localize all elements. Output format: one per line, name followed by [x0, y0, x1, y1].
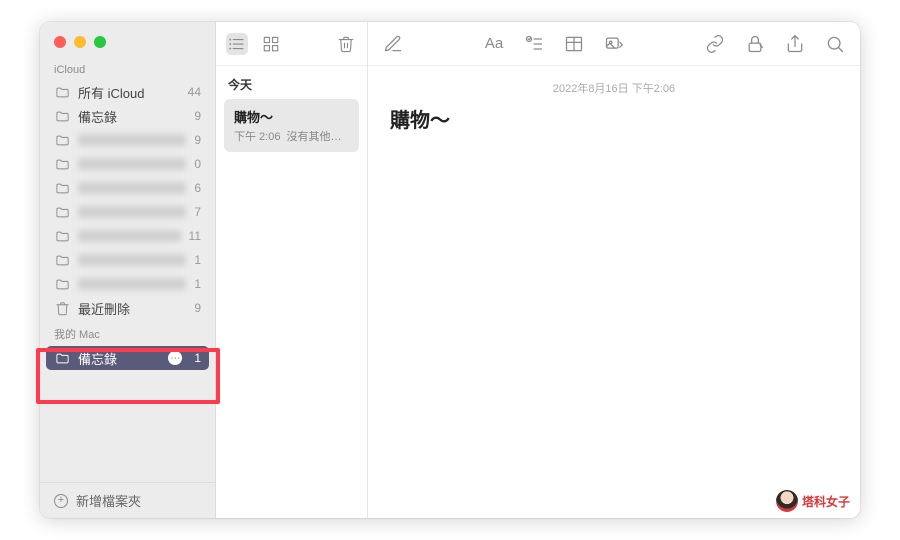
grid-view-icon[interactable]	[260, 33, 282, 55]
minimize-window-button[interactable]	[74, 36, 86, 48]
sidebar-item-folder[interactable]: 1	[40, 248, 215, 272]
folder-icon	[54, 276, 70, 292]
sidebar-item-folder[interactable]: 11	[40, 224, 215, 248]
list-view-icon[interactable]	[226, 33, 248, 55]
folder-count: 9	[194, 109, 201, 123]
folder-icon	[54, 84, 70, 100]
trash-icon	[54, 300, 70, 316]
link-icon[interactable]	[704, 33, 726, 55]
window-controls	[40, 22, 215, 58]
note-item-preview: 沒有其他…	[286, 128, 341, 144]
note-timestamp: 2022年8月16日 下午2:06	[390, 80, 838, 96]
sidebar-item-folder[interactable]: 6	[40, 176, 215, 200]
table-icon[interactable]	[563, 33, 585, 55]
sidebar-section-label: iCloud	[40, 58, 215, 80]
folder-count: 9	[194, 301, 201, 315]
sidebar: iCloud 所有 iCloud 44 備忘錄 9 9 0 6	[40, 22, 216, 518]
folder-icon	[54, 180, 70, 196]
note-item-time: 下午 2:06	[234, 128, 280, 144]
lock-icon[interactable]	[744, 33, 766, 55]
folder-icon	[54, 350, 70, 366]
sidebar-item-trash[interactable]: 最近刪除 9	[40, 296, 215, 320]
folder-count: 6	[194, 181, 201, 195]
sidebar-item-folder[interactable]: 所有 iCloud 44	[40, 80, 215, 104]
editor-body[interactable]: 2022年8月16日 下午2:06 購物～ 塔科女子	[368, 66, 860, 518]
folder-count: 44	[188, 85, 201, 99]
folder-label: 備忘錄	[78, 107, 186, 126]
folder-label	[78, 206, 186, 218]
app-window: iCloud 所有 iCloud 44 備忘錄 9 9 0 6	[40, 22, 860, 518]
watermark-avatar-icon	[776, 490, 798, 512]
new-folder-button[interactable]: + 新增檔案夾	[40, 482, 215, 518]
note-list-item[interactable]: 購物～ 下午 2:06 沒有其他…	[224, 99, 359, 152]
folder-count: 0	[194, 157, 201, 171]
list-toolbar	[216, 22, 367, 66]
sidebar-item-folder[interactable]: 0	[40, 152, 215, 176]
editor-toolbar: Aa	[368, 22, 860, 66]
checklist-icon[interactable]	[523, 33, 545, 55]
search-icon[interactable]	[824, 33, 846, 55]
new-folder-label: 新增檔案夾	[76, 491, 141, 510]
folder-label	[78, 254, 186, 266]
trash-icon[interactable]	[335, 33, 357, 55]
close-window-button[interactable]	[54, 36, 66, 48]
editor-column: Aa	[368, 22, 860, 518]
folder-label	[78, 134, 186, 146]
folder-label: 備忘錄	[78, 349, 160, 368]
compose-icon[interactable]	[382, 33, 404, 55]
folder-label	[78, 230, 181, 242]
share-icon[interactable]	[784, 33, 806, 55]
format-text-icon[interactable]: Aa	[483, 33, 505, 55]
note-title: 購物～	[390, 104, 838, 133]
folder-count: 7	[194, 205, 201, 219]
media-icon[interactable]	[603, 33, 625, 55]
plus-circle-icon: +	[54, 494, 68, 508]
folder-icon	[54, 132, 70, 148]
sidebar-section-label: 我的 Mac	[40, 320, 215, 346]
maximize-window-button[interactable]	[94, 36, 106, 48]
folder-label: 最近刪除	[78, 299, 186, 318]
folder-label	[78, 158, 186, 170]
folder-icon	[54, 252, 70, 268]
note-item-title: 購物～	[234, 107, 349, 126]
sidebar-item-folder[interactable]: 備忘錄 9	[40, 104, 215, 128]
sidebar-item-folder[interactable]: 備忘錄 ⋯ 1	[46, 346, 209, 370]
notes-list-column: 今天 購物～ 下午 2:06 沒有其他…	[216, 22, 368, 518]
folder-icon	[54, 156, 70, 172]
folder-count: 1	[194, 351, 201, 365]
folder-count: 11	[189, 229, 201, 243]
more-icon[interactable]: ⋯	[168, 351, 182, 365]
folder-count: 1	[194, 253, 201, 267]
sidebar-item-folder[interactable]: 7	[40, 200, 215, 224]
folder-icon	[54, 228, 70, 244]
notes-date-header: 今天	[216, 66, 367, 99]
watermark: 塔科女子	[776, 490, 850, 512]
folder-label: 所有 iCloud	[78, 83, 180, 102]
folder-count: 9	[194, 133, 201, 147]
folder-icon	[54, 204, 70, 220]
folder-icon	[54, 108, 70, 124]
folder-label	[78, 278, 186, 290]
folder-label	[78, 182, 186, 194]
sidebar-item-folder[interactable]: 1	[40, 272, 215, 296]
folder-count: 1	[194, 277, 201, 291]
sidebar-item-folder[interactable]: 9	[40, 128, 215, 152]
watermark-text: 塔科女子	[802, 493, 850, 510]
